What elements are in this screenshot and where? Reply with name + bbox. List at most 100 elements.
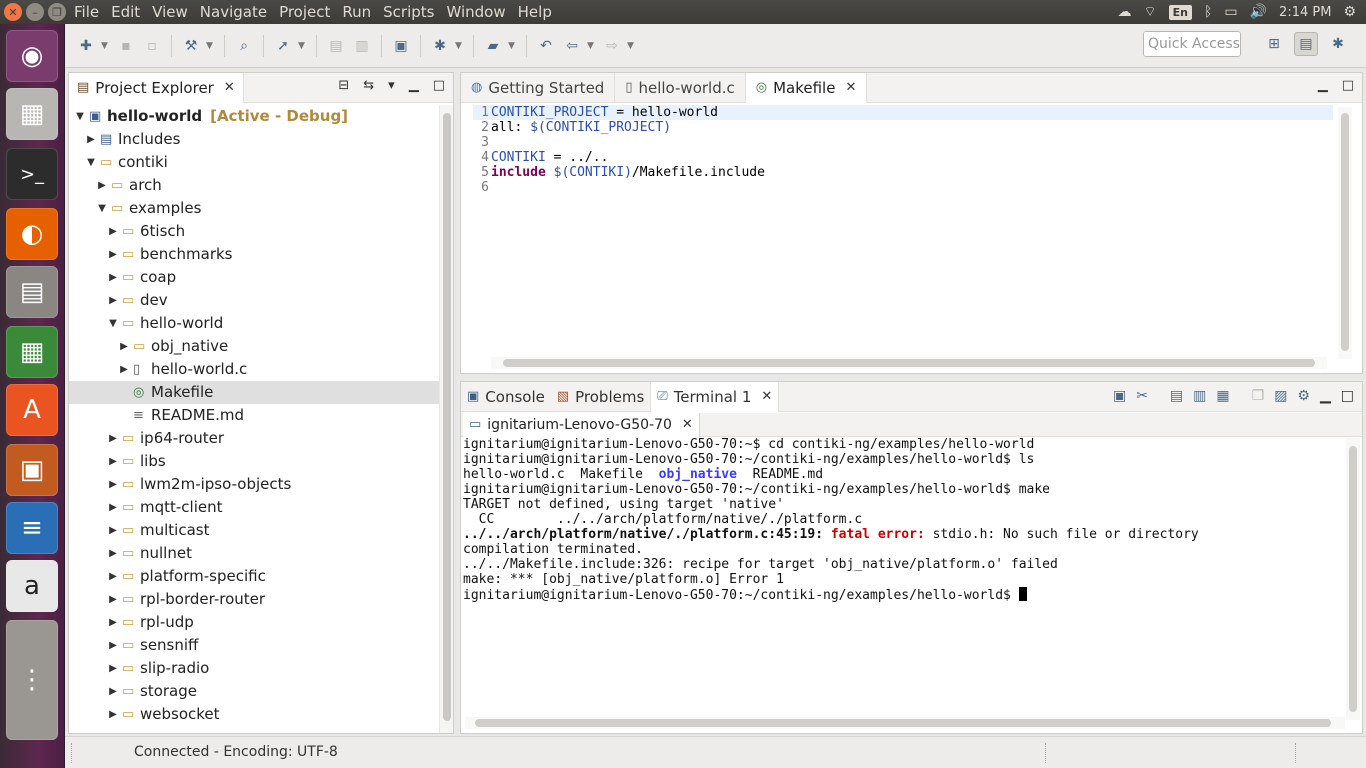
menu-file[interactable]: File [68, 3, 105, 21]
files-icon[interactable]: ▤ [6, 266, 58, 318]
tree-item[interactable]: ▶ ▤ Includes [69, 128, 439, 151]
pin-icon[interactable]: ▦ [1216, 388, 1229, 404]
libreoffice-writer-icon[interactable]: ≡ [6, 502, 58, 554]
terminal-icon[interactable]: >_ [6, 148, 58, 200]
expand-arrow-icon[interactable]: ▶ [108, 519, 118, 542]
expand-arrow-icon[interactable]: ▶ [119, 358, 129, 381]
launch-dropdown-icon[interactable]: ▼ [298, 41, 308, 51]
maximize-view-icon[interactable]: □ [1341, 388, 1354, 404]
disconnect-icon[interactable]: ✂ [1136, 388, 1148, 404]
terminal-horizontal-scrollbar[interactable] [465, 717, 1345, 729]
cloud-icon[interactable]: ☁ [1117, 4, 1131, 20]
close-icon[interactable]: ✕ [761, 389, 772, 404]
keyboard-lang-indicator[interactable]: En [1168, 4, 1192, 20]
terminal-session-tab[interactable]: ▭ ignitarium-Lenovo-G50-70 ✕ [463, 413, 700, 437]
open-terminal-icon[interactable]: ▣ [1113, 388, 1126, 404]
scrollbar-thumb[interactable] [475, 719, 1331, 727]
tree-item[interactable]: ▶ ▭ mqtt-client [69, 496, 439, 519]
tab-project-explorer[interactable]: ▤ Project Explorer ✕ [69, 72, 244, 103]
run-external-dropdown-icon[interactable]: ▼ [508, 41, 518, 51]
forward-dropdown-icon[interactable]: ▼ [627, 41, 637, 51]
expand-arrow-icon[interactable]: ▶ [108, 657, 118, 680]
tree-item[interactable]: ≡ README.md [69, 404, 439, 427]
format-icon[interactable]: ▥ [351, 35, 373, 57]
battery-icon[interactable]: ▭ [1224, 4, 1237, 20]
tree-item[interactable]: ▶ ▭ websocket [69, 703, 439, 726]
scrollbar-thumb[interactable] [503, 359, 1315, 367]
collapse-arrow-icon[interactable]: ▼ [97, 197, 107, 220]
collapse-arrow-icon[interactable]: ▼ [75, 105, 85, 128]
tree-item[interactable]: ▶ ▭ obj_native [69, 335, 439, 358]
tree-item[interactable]: ▶ ▭ dev [69, 289, 439, 312]
expand-arrow-icon[interactable]: ▶ [108, 473, 118, 496]
tree-item[interactable]: ▼ ▣ hello-world [Active - Debug] [69, 105, 439, 128]
expand-arrow-icon[interactable]: ▶ [108, 542, 118, 565]
close-icon[interactable]: ✕ [682, 413, 693, 437]
tree-item[interactable]: ▶ ▭ coap [69, 266, 439, 289]
collapse-arrow-icon[interactable]: ▼ [108, 312, 118, 335]
scrollbar-thumb[interactable] [1341, 113, 1349, 351]
settings-icon[interactable]: ⚙ [1297, 388, 1310, 404]
search-icon[interactable]: ⌕ [233, 35, 255, 57]
tree-item[interactable]: ▶ ▭ libs [69, 450, 439, 473]
quick-access-input[interactable]: Quick Access [1143, 31, 1241, 57]
expand-arrow-icon[interactable]: ▶ [108, 450, 118, 473]
amazon-icon[interactable]: a [6, 560, 58, 612]
tab-terminal[interactable]: ⎚ Terminal 1 ✕ [650, 381, 780, 412]
collapse-arrow-icon[interactable]: ▼ [86, 151, 96, 174]
expand-arrow-icon[interactable]: ▶ [108, 680, 118, 703]
toggle-comment-icon[interactable]: ▤ [325, 35, 347, 57]
scroll-lock-icon[interactable]: ▥ [1193, 388, 1206, 404]
run-external-icon[interactable]: ▰ [482, 35, 504, 57]
menu-project[interactable]: Project [273, 3, 336, 21]
link-with-editor-icon[interactable]: ⇆ [363, 78, 374, 93]
libreoffice-calc-icon[interactable]: ▦ [6, 326, 58, 378]
build-dropdown-icon[interactable]: ▼ [206, 41, 216, 51]
expand-arrow-icon[interactable]: ▶ [108, 588, 118, 611]
tree-item[interactable]: ▼ ▭ hello-world [69, 312, 439, 335]
expand-arrow-icon[interactable]: ▶ [108, 220, 118, 243]
build-icon[interactable]: ⚒ [180, 35, 202, 57]
expand-arrow-icon[interactable]: ▶ [108, 565, 118, 588]
console-icon[interactable]: ▣ [390, 35, 412, 57]
expand-arrow-icon[interactable]: ▶ [108, 611, 118, 634]
scrollbar-thumb[interactable] [1349, 446, 1357, 712]
tab-problems[interactable]: ▧ Problems [551, 382, 650, 412]
forward-icon[interactable]: ⇨ [601, 35, 623, 57]
tree-item[interactable]: ▼ ▭ contiki [69, 151, 439, 174]
close-icon[interactable]: ✕ [224, 80, 235, 95]
tree-item[interactable]: ▶ ▭ platform-specific [69, 565, 439, 588]
debug-dropdown-icon[interactable]: ▼ [455, 41, 465, 51]
project-explorer-scrollbar[interactable] [439, 105, 453, 733]
tree-item[interactable]: ▶ ▭ multicast [69, 519, 439, 542]
expand-arrow-icon[interactable]: ▶ [119, 335, 129, 358]
expand-arrow-icon[interactable]: ▶ [108, 496, 118, 519]
last-edit-icon[interactable]: ↶ [535, 35, 557, 57]
minimize-view-icon[interactable]: ▁ [1318, 78, 1328, 93]
paste-icon[interactable]: ▨ [1274, 388, 1287, 404]
close-icon[interactable]: ✕ [845, 80, 856, 95]
expand-arrow-icon[interactable]: ▶ [108, 634, 118, 657]
debug-icon[interactable]: ✱ [429, 35, 451, 57]
tab-getting-started[interactable]: ◍ Getting Started [461, 72, 616, 103]
minimize-view-icon[interactable]: ▁ [409, 78, 419, 93]
tree-item[interactable]: ▶ ▭ ip64-router [69, 427, 439, 450]
expand-arrow-icon[interactable]: ▶ [108, 266, 118, 289]
wifi-icon[interactable]: ⌔ [1143, 3, 1156, 21]
back-icon[interactable]: ⇦ [561, 35, 583, 57]
maximize-view-icon[interactable]: □ [433, 78, 445, 93]
cube-app-icon[interactable]: ▦ [6, 88, 58, 140]
open-perspective-icon[interactable]: ⊞ [1262, 32, 1286, 56]
tree-item[interactable]: ▶ ▭ nullnet [69, 542, 439, 565]
expand-arrow-icon[interactable]: ▶ [97, 174, 107, 197]
debug-perspective-icon[interactable]: ✱ [1326, 32, 1350, 56]
terminal-output[interactable]: ignitarium@ignitarium-Lenovo-G50-70:~$ c… [463, 437, 1343, 717]
menu-navigate[interactable]: Navigate [194, 3, 273, 21]
c-cpp-perspective-icon[interactable]: ▤ [1294, 32, 1318, 56]
tree-item[interactable]: ▶ ▭ sensniff [69, 634, 439, 657]
save-icon[interactable]: ▪ [115, 35, 137, 57]
menu-edit[interactable]: Edit [105, 3, 146, 21]
scrollbar-thumb[interactable] [443, 113, 451, 721]
minimize-view-icon[interactable]: ▁ [1320, 388, 1331, 404]
volume-icon[interactable]: 🔊 [1250, 4, 1267, 20]
